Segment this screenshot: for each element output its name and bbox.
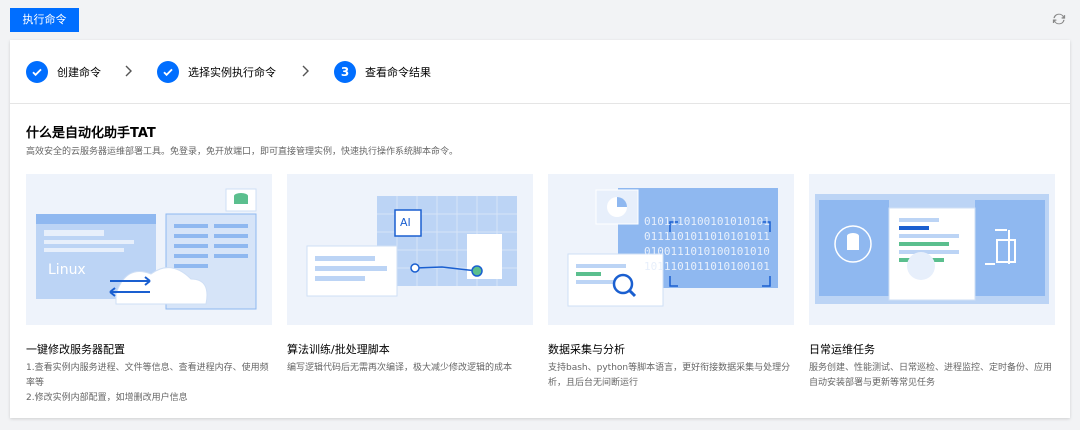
ai-chip-label: AI <box>400 216 411 229</box>
step-number: 3 <box>334 61 356 83</box>
feature-title: 一键修改服务器配置 <box>26 343 125 356</box>
feature-desc-line: 2.修改实例内部配置，如增删改用户信息 <box>26 393 188 403</box>
chevron-right-icon <box>125 65 132 77</box>
ops-illustration <box>809 174 1055 325</box>
refresh-icon[interactable] <box>1052 12 1066 26</box>
chevron-right-icon <box>302 65 309 77</box>
feature-card-data-analysis: 0101110100101010101 0111101011010101011 … <box>548 174 794 388</box>
data-illustration: 0101110100101010101 0111101011010101011 … <box>548 174 794 325</box>
step-select-instance: 选择实例执行命令 <box>157 60 276 84</box>
feature-title: 数据采集与分析 <box>548 343 625 356</box>
feature-description: 服务创建、性能测试、日常巡检、进程监控、定时备份、应用自动安装部署与更新等常见任… <box>809 361 1055 391</box>
feature-desc-line: 支持bash、python等脚本语言，更好衔接数据采集与处理分析，且后台无间断运… <box>548 363 791 388</box>
ai-illustration: AI <box>287 174 533 325</box>
feature-title: 日常运维任务 <box>809 343 875 356</box>
top-toolbar: 执行命令 <box>0 0 1080 40</box>
feature-description: 编写逻辑代码后无需再次编译，极大减少修改逻辑的成本 <box>287 361 533 376</box>
feature-card-algorithm: AI 算法训练/批处理脚本 编写逻辑代码后无需再次编译，极大减少修改逻辑的成本 <box>287 174 533 373</box>
feature-card-server-config: Linux 一键修改服务器配置 1.查看实例内服务进程、文件等信息、查看进程内存… <box>26 174 272 403</box>
feature-title: 算法训练/批处理脚本 <box>287 343 390 356</box>
step-label: 选择实例执行命令 <box>188 66 276 79</box>
feature-card-daily-ops: 日常运维任务 服务创建、性能测试、日常巡检、进程监控、定时备份、应用自动安装部署… <box>809 174 1055 388</box>
intro-subtitle: 高效安全的云服务器运维部署工具。免登录，免开放端口，即可直接管理实例，快速执行操… <box>26 147 459 157</box>
binary-data-text: 0101110100101010101 0111101011010101011 … <box>644 215 770 273</box>
check-icon <box>26 61 48 83</box>
step-label: 创建命令 <box>57 66 101 79</box>
check-icon <box>157 61 179 83</box>
feature-description: 支持bash、python等脚本语言，更好衔接数据采集与处理分析，且后台无间断运… <box>548 361 794 391</box>
main-card: 创建命令 选择实例执行命令 3 查看命令结果 什么是自动化助手TAT 高效安全的… <box>10 40 1070 418</box>
feature-description: 1.查看实例内服务进程、文件等信息、查看进程内存、使用频率等 2.修改实例内部配… <box>26 361 272 406</box>
server-illustration: Linux <box>26 174 272 325</box>
step-label: 查看命令结果 <box>365 66 431 79</box>
step-indicator: 创建命令 选择实例执行命令 3 查看命令结果 <box>10 40 1070 104</box>
execute-command-button[interactable]: 执行命令 <box>10 8 79 32</box>
linux-label: Linux <box>48 262 86 278</box>
intro-title: 什么是自动化助手TAT <box>26 126 156 141</box>
feature-desc-line: 1.查看实例内服务进程、文件等信息、查看进程内存、使用频率等 <box>26 363 269 388</box>
step-create-command: 创建命令 <box>26 60 101 84</box>
feature-desc-line: 编写逻辑代码后无需再次编译，极大减少修改逻辑的成本 <box>287 363 513 373</box>
step-view-result: 3 查看命令结果 <box>334 60 431 84</box>
feature-desc-line: 服务创建、性能测试、日常巡检、进程监控、定时备份、应用自动安装部署与更新等常见任… <box>809 363 1053 388</box>
